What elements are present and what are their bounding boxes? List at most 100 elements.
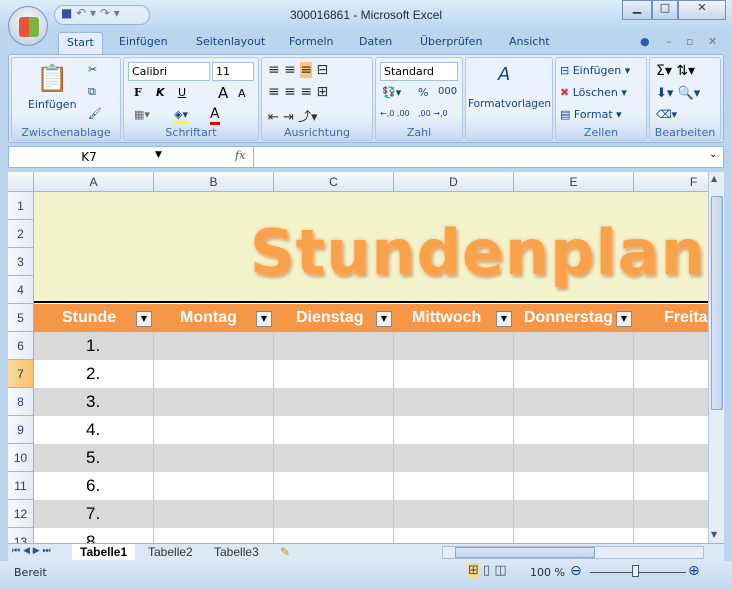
office-button[interactable]	[8, 6, 48, 46]
row-header-8[interactable]: 8	[8, 388, 34, 416]
zoom-out-icon[interactable]: ⊖	[570, 563, 582, 579]
scroll-up-icon[interactable]: ▲	[711, 174, 717, 183]
view-buttons[interactable]: ⊞ ▯ ◫	[468, 563, 524, 581]
currency-icon[interactable]: 💱▾	[382, 86, 401, 99]
grow-font-icon[interactable]: A	[218, 84, 228, 102]
expand-formula-icon[interactable]: ⌄	[709, 149, 717, 160]
percent-button[interactable]: %	[418, 86, 428, 99]
quick-access-toolbar[interactable]: ■ ↶ ▾ ↷ ▾	[54, 5, 150, 25]
table-row[interactable]: 3.	[34, 388, 708, 416]
minimize-button[interactable]: ▁	[622, 0, 652, 20]
decrease-decimal-button[interactable]: ,00 →,0	[418, 109, 448, 118]
zoom-in-icon[interactable]: ⊕	[688, 563, 700, 579]
formula-input[interactable]	[253, 147, 709, 167]
row-header-7[interactable]: 7	[8, 360, 34, 388]
insert-cells-button[interactable]: ⊟ Einfügen ▾	[560, 64, 630, 77]
column-header-d[interactable]: D	[394, 172, 514, 192]
normal-view-icon[interactable]: ⊞	[468, 563, 479, 578]
row-header-1[interactable]: 1	[8, 192, 34, 220]
sheet-tab-tabelle2[interactable]: Tabelle2	[148, 545, 193, 559]
zoom-level[interactable]: 100 %	[530, 566, 565, 579]
number-format-select[interactable]: Standard	[380, 62, 458, 81]
column-header-b[interactable]: B	[154, 172, 274, 192]
sheet-nav-icons[interactable]: ⏮ ◀ ▶ ⏭	[12, 546, 51, 556]
table-row[interactable]: 7.	[34, 500, 708, 528]
font-size-select[interactable]: 11	[212, 62, 254, 81]
tab-daten[interactable]: Daten	[359, 35, 392, 48]
table-row[interactable]: 5.	[34, 444, 708, 472]
ribbon-close-button[interactable]: ✕	[708, 35, 717, 48]
ribbon-restore-button[interactable]: ▫	[686, 35, 693, 48]
row-header-10[interactable]: 10	[8, 444, 34, 472]
row-header-11[interactable]: 11	[8, 472, 34, 500]
row-header-13[interactable]: 13	[8, 528, 34, 543]
font-name-select[interactable]: Calibri	[128, 62, 210, 81]
tab-formeln[interactable]: Formeln	[289, 35, 334, 48]
zoom-slider-thumb[interactable]	[632, 565, 639, 577]
sheet-tab-tabelle1[interactable]: Tabelle1	[72, 544, 136, 560]
italic-button[interactable]: K	[156, 86, 165, 99]
worksheet-grid[interactable]: A B C D E F Stundenplan 1 2 3 4 5 6 7 8 9 10 11 12 1…	[8, 172, 708, 543]
clear-icon[interactable]: ⌫▾	[656, 108, 677, 121]
fill-find-icons[interactable]: ⬇▾ 🔍▾	[656, 86, 700, 101]
delete-cells-button[interactable]: ✖ Löschen ▾	[560, 86, 627, 99]
table-row[interactable]: 8.	[34, 528, 708, 543]
row-header-6[interactable]: 6	[8, 332, 34, 360]
row-header-3[interactable]: 3	[8, 248, 34, 276]
bold-button[interactable]: F	[134, 86, 142, 99]
ribbon-minimize-button[interactable]: –	[666, 35, 672, 48]
table-row[interactable]: 6.	[34, 472, 708, 500]
fill-color-icon[interactable]: ◈▾	[174, 108, 188, 124]
tab-ansicht[interactable]: Ansicht	[509, 35, 550, 48]
undo-redo[interactable]: ↶ ▾ ↷ ▾	[76, 6, 120, 20]
indent-orientation-icons[interactable]: ⇤ ⇥ ⤴▾	[268, 106, 318, 125]
filter-dropdown-icon[interactable]: ▼	[496, 311, 512, 327]
paste-icon[interactable]: 📋	[36, 64, 68, 94]
autosum-icon[interactable]: Σ▾ ⇅▾	[656, 63, 695, 79]
column-header-e[interactable]: E	[514, 172, 634, 192]
vertical-align-icons[interactable]: ≡ ≡ ≡ ⊟	[268, 62, 328, 78]
horizontal-scrollbar[interactable]	[442, 546, 704, 559]
insert-sheet-icon[interactable]: ✎	[280, 545, 290, 559]
column-header-c[interactable]: C	[274, 172, 394, 192]
scroll-down-icon[interactable]: ▼	[711, 530, 717, 539]
horizontal-scroll-thumb[interactable]	[455, 547, 595, 558]
name-box-dropdown-icon[interactable]: ▼	[155, 150, 162, 160]
sheet-tab-tabelle3[interactable]: Tabelle3	[214, 545, 259, 559]
format-painter-icon[interactable]: 🖌	[88, 107, 102, 120]
borders-icon[interactable]: ▦▾	[134, 108, 150, 121]
tab-start[interactable]: Start	[58, 32, 103, 55]
row-header-5[interactable]: 5	[8, 304, 34, 332]
cut-icon[interactable]: ✂	[88, 63, 97, 76]
thousands-button[interactable]: 000	[438, 86, 457, 97]
column-header-a[interactable]: A	[34, 172, 154, 192]
table-row[interactable]: 2.	[34, 360, 708, 388]
table-row[interactable]: 4.	[34, 416, 708, 444]
scroll-thumb[interactable]	[711, 196, 723, 410]
column-header-f[interactable]: F	[634, 172, 708, 192]
save-icon[interactable]: ■	[61, 6, 72, 20]
styles-button[interactable]: Formatvorlagen	[468, 98, 551, 110]
row-header-2[interactable]: 2	[8, 220, 34, 248]
filter-dropdown-icon[interactable]: ▼	[136, 311, 152, 327]
shrink-font-icon[interactable]: A	[238, 87, 246, 100]
row-header-12[interactable]: 12	[8, 500, 34, 528]
filter-dropdown-icon[interactable]: ▼	[256, 311, 272, 327]
close-button[interactable]: ✕	[678, 0, 726, 20]
row-header-9[interactable]: 9	[8, 416, 34, 444]
name-box[interactable]: K7	[9, 147, 169, 167]
tab-ueberpruefen[interactable]: Überprüfen	[420, 35, 482, 48]
copy-icon[interactable]: ⧉	[88, 85, 96, 99]
underline-button[interactable]: U	[178, 86, 186, 99]
increase-decimal-button[interactable]: ←,0 ,00	[380, 109, 410, 118]
format-cells-button[interactable]: ▤ Format ▾	[560, 108, 622, 121]
tab-einfuegen[interactable]: Einfügen	[119, 35, 168, 48]
filter-dropdown-icon[interactable]: ▼	[376, 311, 392, 327]
maximize-button[interactable]: □	[652, 0, 678, 20]
help-icon[interactable]: ●	[640, 35, 650, 48]
vertical-scrollbar[interactable]: ▲ ▼	[708, 172, 724, 543]
table-row[interactable]: 1.	[34, 332, 708, 360]
paste-button[interactable]: Einfügen	[28, 98, 77, 111]
styles-icon[interactable]: A	[498, 64, 510, 85]
tab-seitenlayout[interactable]: Seitenlayout	[196, 35, 265, 48]
